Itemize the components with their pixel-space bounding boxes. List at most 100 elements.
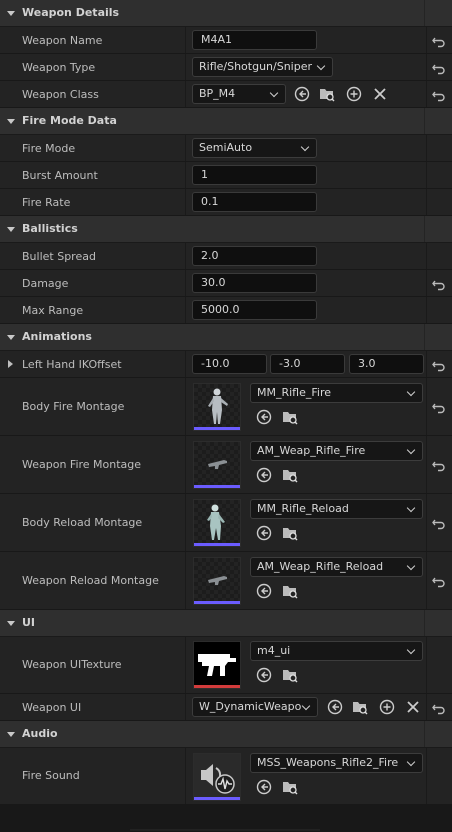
weapon-type-dropdown[interactable]: Rifle/Shotgun/Sniper	[192, 57, 333, 77]
weapon-reload-montage-dropdown[interactable]: AM_Weap_Rifle_Reload	[250, 557, 423, 577]
fire-mode-label: Fire Mode	[22, 142, 76, 155]
character-figure-icon	[208, 388, 228, 424]
reset-arrow-icon[interactable]	[432, 358, 446, 372]
browse-icon[interactable]	[282, 583, 298, 599]
asset-thumbnail[interactable]	[193, 641, 241, 689]
reset-arrow-icon[interactable]	[432, 574, 446, 588]
bullet-spread-field[interactable]: 2.0	[192, 246, 317, 266]
asset-thumbnail[interactable]	[193, 557, 241, 605]
asset-type-bar	[194, 485, 240, 488]
browse-icon[interactable]	[282, 467, 298, 483]
section-title: Audio	[22, 727, 58, 740]
reset-arrow-icon[interactable]	[432, 61, 446, 75]
use-selected-icon[interactable]	[256, 409, 272, 425]
weapon-type-value: Rifle/Shotgun/Sniper	[199, 60, 313, 73]
body-fire-montage-row: Body Fire Montage MM_Rifle_Fire	[0, 378, 452, 436]
asset-type-bar	[194, 797, 240, 800]
asset-type-bar	[194, 427, 240, 430]
section-title: Ballistics	[22, 222, 78, 235]
body-fire-montage-dropdown[interactable]: MM_Rifle_Fire	[250, 383, 423, 403]
reset-arrow-icon[interactable]	[432, 516, 446, 530]
clear-icon[interactable]	[372, 86, 388, 102]
collapse-arrow-icon[interactable]	[7, 732, 15, 737]
fire-rate-field[interactable]: 0.1	[192, 192, 317, 212]
rifle-icon	[208, 576, 227, 585]
burst-amount-label: Burst Amount	[22, 169, 98, 182]
reset-arrow-icon[interactable]	[432, 701, 446, 715]
collapse-arrow-icon[interactable]	[7, 227, 15, 232]
browse-icon[interactable]	[282, 779, 298, 795]
use-selected-icon[interactable]	[294, 86, 310, 102]
scroll-indicator[interactable]	[130, 829, 320, 831]
fire-sound-dropdown[interactable]: MSS_Weapons_Rifle2_Fire	[250, 753, 423, 773]
weapon-fire-montage-label: Weapon Fire Montage	[22, 458, 142, 471]
weapon-ui-dropdown[interactable]: W_DynamicWeapo	[192, 697, 318, 717]
use-selected-icon[interactable]	[256, 525, 272, 541]
left-hand-ik-y-field[interactable]: -3.0	[270, 354, 345, 374]
weapon-class-label: Weapon Class	[22, 88, 99, 101]
max-range-label: Max Range	[22, 304, 84, 317]
body-reload-montage-row: Body Reload Montage MM_Rifle_Reload	[0, 494, 452, 552]
section-ui[interactable]: UI	[0, 610, 452, 637]
browse-icon[interactable]	[282, 667, 298, 683]
damage-field[interactable]: 30.0	[192, 273, 317, 293]
collapse-arrow-icon[interactable]	[7, 335, 15, 340]
body-fire-montage-value: MM_Rifle_Fire	[257, 386, 332, 399]
fire-sound-value: MSS_Weapons_Rifle2_Fire	[257, 756, 399, 769]
collapse-arrow-icon[interactable]	[7, 119, 15, 124]
burst-amount-field[interactable]: 1	[192, 165, 317, 185]
use-selected-icon[interactable]	[327, 699, 343, 715]
section-ballistics[interactable]: Ballistics	[0, 216, 452, 243]
add-icon[interactable]	[379, 699, 395, 715]
details-panel: Weapon Details Weapon Name M4A1 Weapon T…	[0, 0, 452, 805]
weapon-name-field[interactable]: M4A1	[192, 30, 317, 50]
asset-type-bar	[194, 601, 240, 604]
asset-thumbnail[interactable]	[193, 499, 241, 547]
use-selected-icon[interactable]	[256, 779, 272, 795]
asset-thumbnail[interactable]	[193, 383, 241, 431]
use-selected-icon[interactable]	[256, 467, 272, 483]
browse-icon[interactable]	[319, 86, 335, 102]
add-icon[interactable]	[346, 86, 362, 102]
weapon-reload-montage-value: AM_Weap_Rifle_Reload	[257, 560, 384, 573]
section-animations[interactable]: Animations	[0, 324, 452, 351]
reset-arrow-icon[interactable]	[432, 88, 446, 102]
fire-rate-row: Fire Rate 0.1	[0, 189, 452, 216]
browse-icon[interactable]	[352, 699, 368, 715]
collapse-arrow-icon[interactable]	[7, 621, 15, 626]
reset-arrow-icon[interactable]	[432, 34, 446, 48]
asset-thumbnail[interactable]	[193, 441, 241, 489]
reset-arrow-icon[interactable]	[432, 458, 446, 472]
character-figure-icon	[207, 504, 225, 540]
asset-thumbnail[interactable]	[193, 753, 241, 801]
expand-arrow-icon[interactable]	[8, 360, 13, 368]
fire-mode-dropdown[interactable]: SemiAuto	[192, 138, 317, 158]
body-reload-montage-dropdown[interactable]: MM_Rifle_Reload	[250, 499, 423, 519]
weapon-fire-montage-dropdown[interactable]: AM_Weap_Rifle_Fire	[250, 441, 423, 461]
browse-icon[interactable]	[282, 409, 298, 425]
collapse-arrow-icon[interactable]	[7, 11, 15, 16]
left-hand-ik-z-field[interactable]: 3.0	[349, 354, 424, 374]
section-weapon-details[interactable]: Weapon Details	[0, 0, 452, 27]
rifle-icon	[208, 460, 227, 469]
max-range-field[interactable]: 5000.0	[192, 300, 317, 320]
section-title: Weapon Details	[22, 6, 120, 19]
weapon-class-dropdown[interactable]: BP_M4	[192, 84, 286, 104]
left-hand-ik-row: Left Hand IKOffset -10.0 -3.0 3.0	[0, 351, 452, 378]
weapon-ui-texture-dropdown[interactable]: m4_ui	[250, 641, 423, 661]
use-selected-icon[interactable]	[256, 667, 272, 683]
weapon-ui-texture-label: Weapon UITexture	[22, 658, 122, 671]
browse-icon[interactable]	[282, 525, 298, 541]
section-fire-mode-data[interactable]: Fire Mode Data	[0, 108, 452, 135]
weapon-ui-texture-row: Weapon UITexture m4_ui	[0, 637, 452, 694]
panel-bottom	[0, 805, 452, 832]
use-selected-icon[interactable]	[256, 583, 272, 599]
clear-icon[interactable]	[405, 699, 421, 715]
weapon-ui-texture-value: m4_ui	[257, 644, 291, 657]
reset-arrow-icon[interactable]	[432, 277, 446, 291]
asset-type-bar	[194, 685, 240, 688]
fire-mode-row: Fire Mode SemiAuto	[0, 135, 452, 162]
reset-arrow-icon[interactable]	[432, 400, 446, 414]
left-hand-ik-x-field[interactable]: -10.0	[192, 354, 267, 374]
section-audio[interactable]: Audio	[0, 721, 452, 748]
